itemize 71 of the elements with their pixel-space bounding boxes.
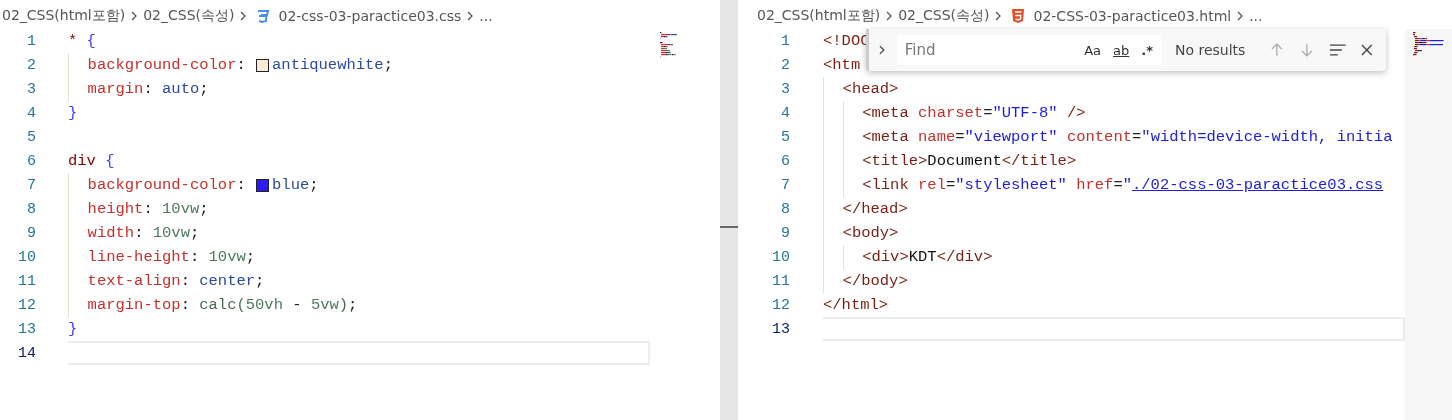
line-number: 11 (771, 272, 790, 290)
line-number: 8 (26, 200, 36, 218)
code-line: <div>KDT</div> (823, 245, 993, 269)
whole-word-toggle[interactable]: ab (1113, 42, 1130, 58)
code-line: <meta name="viewport" content="width=device-width, initia (823, 125, 1393, 149)
line-number: 13 (771, 320, 790, 338)
code-line: <body> (823, 221, 899, 245)
code-line: line-height: 10vw; (68, 245, 256, 269)
code-line: </head> (823, 197, 908, 221)
line-number: 6 (780, 152, 790, 170)
expand-chevron-icon[interactable] (877, 43, 887, 57)
line-number: 6 (26, 152, 36, 170)
close-icon[interactable] (1360, 43, 1374, 57)
folder-breadcrumb[interactable]: 02_CSS(속성) (143, 6, 235, 25)
code-line: div { (68, 151, 115, 172)
code-line: height: 10vw; (68, 197, 209, 221)
code-line: </body> (823, 269, 908, 293)
line-number: 4 (26, 104, 36, 122)
results-status: No results (1175, 42, 1246, 58)
line-number: 12 (771, 296, 790, 314)
color-swatch[interactable] (256, 178, 270, 192)
line-number: 12 (17, 296, 36, 314)
color-swatch[interactable] (256, 58, 270, 72)
code-line: background-color: antiquewhite; (68, 53, 393, 77)
code-line: <link rel="stylesheet" href="./02-css-03-paractice03.css (823, 173, 1384, 197)
line-number: 7 (780, 176, 790, 194)
more-breadcrumb[interactable]: ... (479, 7, 493, 24)
line-number: 2 (780, 56, 790, 74)
line-number: 9 (26, 224, 36, 242)
more-breadcrumb[interactable]: ... (1249, 7, 1263, 24)
line-number: 2 (26, 56, 36, 74)
line-number: 10 (771, 248, 790, 266)
line-number: 4 (780, 104, 790, 122)
code-line: * { (68, 31, 96, 52)
code-line: <head> (823, 77, 899, 101)
css-file-icon (256, 8, 271, 23)
code-line: </html> (823, 295, 889, 316)
code-line: width: 10vw; (68, 221, 200, 245)
code-line: <htm (823, 55, 861, 76)
line-number: 1 (780, 32, 790, 50)
line-number: 5 (26, 128, 36, 146)
line-number: 7 (26, 176, 36, 194)
minimap-drawing[interactable] (1413, 32, 1445, 58)
code-line: } (68, 103, 78, 124)
code-line: background-color: blue; (68, 173, 319, 197)
line-number: 11 (17, 272, 36, 290)
match-case-toggle[interactable]: Aa (1084, 42, 1101, 58)
line-number: 3 (780, 80, 790, 98)
html-file-icon (1011, 7, 1026, 24)
line-number: 9 (780, 224, 790, 242)
line-number: 10 (17, 248, 36, 266)
folder-breadcrumb[interactable]: 02_CSS(html포함) (2, 6, 126, 25)
file-breadcrumb[interactable]: 02-css-03-paractice03.css (278, 7, 462, 24)
code-line: } (68, 319, 78, 340)
line-number: 8 (780, 200, 790, 218)
line-number: 13 (17, 320, 36, 338)
find-field[interactable]: Find Aa ab .* (896, 35, 1161, 65)
lines-icon[interactable] (1328, 43, 1347, 57)
regex-toggle[interactable]: .* (1141, 42, 1153, 58)
line-number: 14 (17, 344, 36, 362)
file-breadcrumb[interactable]: 02-CSS-03-paractice03.html (1033, 7, 1232, 24)
code-line: <meta charset="UTF-8" /> (823, 101, 1086, 125)
code-line: margin: auto; (68, 77, 209, 101)
code-line: text-align: center; (68, 269, 265, 293)
code-line: <title>Document</title> (823, 149, 1077, 173)
code-line: margin-top: calc(50vh - 5vw); (68, 293, 358, 317)
folder-breadcrumb[interactable]: 02_CSS(html포함) (757, 6, 881, 25)
folder-breadcrumb[interactable]: 02_CSS(속성) (898, 6, 990, 25)
line-number: 3 (26, 80, 36, 98)
line-number: 5 (780, 128, 790, 146)
line-number: 1 (26, 32, 36, 50)
